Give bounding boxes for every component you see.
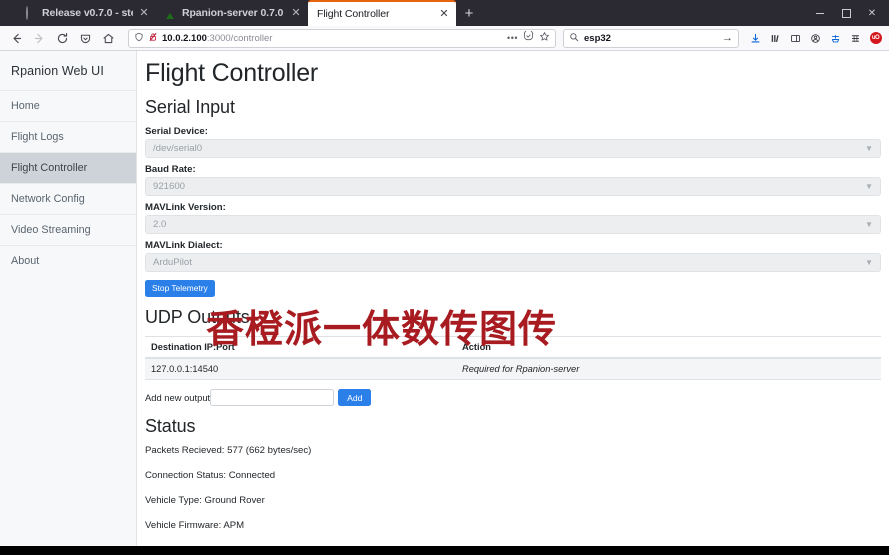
- browser-tab-rpanion-server[interactable]: Rpanion-server 0.7.0 Use ✕: [156, 0, 308, 26]
- page-content: Rpanion Web UI Home Flight Logs Flight C…: [0, 51, 889, 546]
- table-header-row: Destination IP:Port Action: [145, 336, 881, 360]
- downloads-icon[interactable]: [747, 29, 764, 48]
- browser-tab-release[interactable]: Release v0.7.0 - stephen ✕: [16, 0, 156, 26]
- udp-outputs-heading: UDP Outputs: [145, 307, 250, 328]
- library-icon[interactable]: [767, 29, 784, 48]
- sidebar-item-flight-controller[interactable]: Flight Controller: [0, 152, 136, 183]
- search-bar[interactable]: esp32 →: [563, 28, 739, 48]
- close-icon[interactable]: ✕: [438, 8, 450, 20]
- serial-device-select[interactable]: /dev/serial0 ▼: [145, 139, 881, 158]
- status-packets-received: Packets Recieved: 577 (662 bytes/sec): [145, 445, 312, 457]
- back-button[interactable]: [5, 28, 27, 48]
- close-icon[interactable]: ✕: [290, 7, 302, 19]
- table-row: 127.0.0.1:14540 Required for Rpanion-ser…: [145, 358, 881, 381]
- url-bar-icons: •••: [507, 29, 550, 47]
- sidebar-item-flight-logs[interactable]: Flight Logs: [0, 121, 136, 152]
- account-icon[interactable]: [807, 29, 824, 48]
- close-window-button[interactable]: [859, 0, 885, 26]
- serial-device-label: Serial Device:: [145, 126, 208, 137]
- mavlink-version-select[interactable]: 2.0 ▼: [145, 215, 881, 234]
- mavlink-version-value: 2.0: [153, 219, 167, 230]
- status-vehicle-firmware: Vehicle Firmware: APM: [145, 520, 245, 532]
- cell-destination: 127.0.0.1:14540: [145, 358, 456, 381]
- cell-action: Required for Rpanion-server: [456, 358, 881, 381]
- sidebar-item-home[interactable]: Home: [0, 90, 136, 121]
- forward-button: [28, 28, 50, 48]
- search-input[interactable]: esp32: [584, 33, 717, 44]
- udp-outputs-table: Destination IP:Port Action 127.0.0.1:145…: [145, 336, 881, 381]
- browser-window: Release v0.7.0 - stephen ✕ Rpanion-serve…: [0, 0, 889, 555]
- column-header-action: Action: [456, 336, 881, 360]
- add-new-output-label: Add new output: [145, 392, 211, 404]
- reader-view-icon[interactable]: [523, 29, 534, 47]
- add-output-input[interactable]: [210, 389, 335, 407]
- sidebar-item-about[interactable]: About: [0, 245, 136, 276]
- add-output-button[interactable]: Add: [338, 389, 372, 407]
- serial-device-value: /dev/serial0: [153, 143, 203, 154]
- mavlink-dialect-value: ArduPilot: [153, 257, 192, 268]
- column-header-destination: Destination IP:Port: [145, 336, 456, 360]
- chevron-down-icon: ▼: [865, 144, 873, 153]
- ublock-origin-icon[interactable]: uO: [867, 29, 884, 48]
- chevron-down-icon: ▼: [865, 182, 873, 191]
- chevron-down-icon: ▼: [865, 258, 873, 267]
- lock-slash-icon[interactable]: [148, 29, 158, 47]
- home-icon[interactable]: [97, 28, 119, 48]
- url-path: :3000/controller: [206, 32, 273, 44]
- sidebar-icon[interactable]: [787, 29, 804, 48]
- serial-input-heading: Serial Input: [145, 97, 235, 117]
- stop-telemetry-button[interactable]: Stop Telemetry: [145, 280, 215, 298]
- baud-rate-select[interactable]: 921600 ▼: [145, 177, 881, 196]
- page-actions-icon[interactable]: •••: [507, 33, 518, 43]
- window-controls: [807, 0, 889, 26]
- sidebar-item-network-config[interactable]: Network Config: [0, 183, 136, 214]
- mavlink-dialect-label: MAVLink Dialect:: [145, 240, 223, 251]
- baud-rate-label: Baud Rate:: [145, 164, 196, 175]
- status-heading: Status: [145, 416, 196, 437]
- extension-icon[interactable]: [827, 29, 844, 48]
- shield-icon[interactable]: [134, 29, 144, 47]
- circle-outline-icon: [25, 6, 37, 20]
- baud-rate-value: 921600: [153, 181, 186, 192]
- minimize-button[interactable]: [807, 0, 833, 26]
- main-content: Flight Controller Serial Input Serial De…: [137, 51, 889, 546]
- navigation-toolbar: 10.0.2.100:3000/controller ••• esp32 → u…: [0, 26, 889, 51]
- reload-button[interactable]: [51, 28, 73, 48]
- close-icon[interactable]: ✕: [138, 7, 150, 19]
- bookmark-star-icon[interactable]: [539, 29, 550, 47]
- toolbar-icons: uO: [747, 29, 884, 48]
- app-sidebar: Rpanion Web UI Home Flight Logs Flight C…: [0, 51, 137, 546]
- new-tab-button[interactable]: +: [456, 0, 482, 26]
- mavlink-dialect-select[interactable]: ArduPilot ▼: [145, 253, 881, 272]
- tab-strip: Release v0.7.0 - stephen ✕ Rpanion-serve…: [0, 0, 889, 26]
- sidebar-item-video-streaming[interactable]: Video Streaming: [0, 214, 136, 245]
- tab-title: Release v0.7.0 - stephen: [42, 7, 133, 19]
- site-image-icon: [165, 7, 177, 19]
- mavlink-version-label: MAVLink Version:: [145, 202, 226, 213]
- url-text: 10.0.2.100:3000/controller: [162, 33, 503, 44]
- app-brand: Rpanion Web UI: [11, 64, 104, 78]
- status-connection-status: Connection Status: Connected: [145, 470, 276, 482]
- url-bar[interactable]: 10.0.2.100:3000/controller •••: [128, 28, 556, 48]
- search-icon: [569, 29, 579, 47]
- menu-icon[interactable]: [847, 29, 864, 48]
- save-to-pocket-icon[interactable]: [74, 28, 96, 48]
- add-output-row: Add new output Add: [145, 389, 881, 407]
- tab-title: Rpanion-server 0.7.0 Use: [182, 7, 285, 19]
- maximize-button[interactable]: [833, 0, 859, 26]
- status-vehicle-type: Vehicle Type: Ground Rover: [145, 495, 265, 507]
- page-title: Flight Controller: [145, 59, 319, 87]
- chevron-down-icon: ▼: [865, 220, 873, 229]
- url-host: 10.0.2.100: [162, 32, 207, 44]
- search-go-icon[interactable]: →: [722, 32, 733, 44]
- tab-title: Flight Controller: [317, 8, 390, 20]
- browser-tab-flight-controller[interactable]: Flight Controller ✕: [308, 0, 456, 26]
